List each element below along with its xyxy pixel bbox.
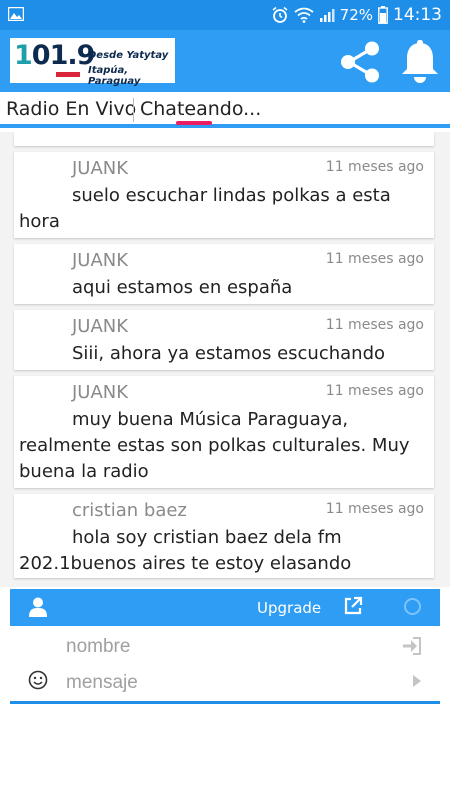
circle-icon[interactable] [404, 598, 421, 615]
send-icon[interactable] [412, 674, 422, 688]
upgrade-button[interactable]: Upgrade [257, 599, 321, 617]
name-input[interactable] [66, 633, 396, 661]
clock: 14:13 [393, 5, 442, 25]
tab-divider [133, 98, 134, 122]
message-time: 11 meses ago [325, 159, 424, 175]
message-form [10, 627, 440, 704]
battery-percent: 72% [339, 6, 373, 24]
message-username: cristian baez [72, 500, 187, 521]
message-time: 11 meses ago [325, 317, 424, 333]
chat-message: JUANK 11 meses ago Siii, ahora ya estamo… [14, 310, 434, 370]
active-tab-indicator [176, 121, 212, 125]
message-text: aqui estamos en españa [72, 277, 293, 298]
logo-number: 101.9 [14, 40, 95, 71]
status-bar: 72% 14:13 [0, 0, 450, 30]
signal-icon [319, 9, 335, 22]
message-username: JUANK [72, 250, 129, 271]
wifi-icon [294, 7, 314, 23]
bell-icon[interactable] [398, 39, 442, 85]
message-text: muy buena Música Paraguaya, realmente es… [19, 409, 410, 482]
logo-tagline-2: Itapúa, Paraguay [88, 65, 141, 87]
chat-message: cristian baez 11 meses ago hola soy cris… [14, 494, 434, 578]
chat-message: JUANK 11 meses ago muy buena Música Para… [14, 376, 434, 488]
tab-radio-en-vivo[interactable]: Radio En Vivo [6, 98, 136, 120]
message-username: JUANK [72, 316, 129, 337]
message-time: 11 meses ago [325, 501, 424, 517]
login-icon[interactable] [402, 637, 422, 655]
chat-message: JUANK 11 meses ago suelo escuchar lindas… [14, 152, 434, 238]
user-icon[interactable] [29, 597, 47, 617]
alarm-icon [272, 6, 288, 23]
station-logo: 101.9 Desde Yatytay Itapúa, Paraguay [10, 38, 175, 87]
message-text: suelo escuchar lindas polkas a esta hora [19, 185, 391, 232]
message-time: 11 meses ago [325, 251, 424, 267]
app-bar: 101.9 Desde Yatytay Itapúa, Paraguay [0, 30, 450, 92]
message-text: Siii, ahora ya estamos escuchando [72, 343, 386, 364]
tab-bar: Radio En Vivo Chateando... [0, 92, 450, 128]
list-item [14, 132, 434, 146]
chat-toolbar: Upgrade [10, 589, 440, 626]
tab-chateando[interactable]: Chateando... [140, 98, 261, 120]
message-username: JUANK [72, 158, 129, 179]
external-link-icon[interactable] [343, 596, 363, 616]
image-icon [8, 7, 24, 21]
chat-message: JUANK 11 meses ago aqui estamos en españ… [14, 244, 434, 304]
message-username: JUANK [72, 382, 129, 403]
battery-icon [378, 6, 388, 24]
share-icon[interactable] [337, 40, 383, 84]
logo-tagline-1: Desde Yatytay [88, 50, 169, 61]
message-time: 11 meses ago [325, 383, 424, 399]
chat-list[interactable]: JUANK 11 meses ago suelo escuchar lindas… [0, 132, 450, 587]
logo-accent [56, 72, 80, 77]
message-text: hola soy cristian baez dela fm 202.1buen… [19, 527, 352, 574]
message-input[interactable] [66, 669, 396, 697]
smile-icon[interactable] [28, 670, 48, 690]
